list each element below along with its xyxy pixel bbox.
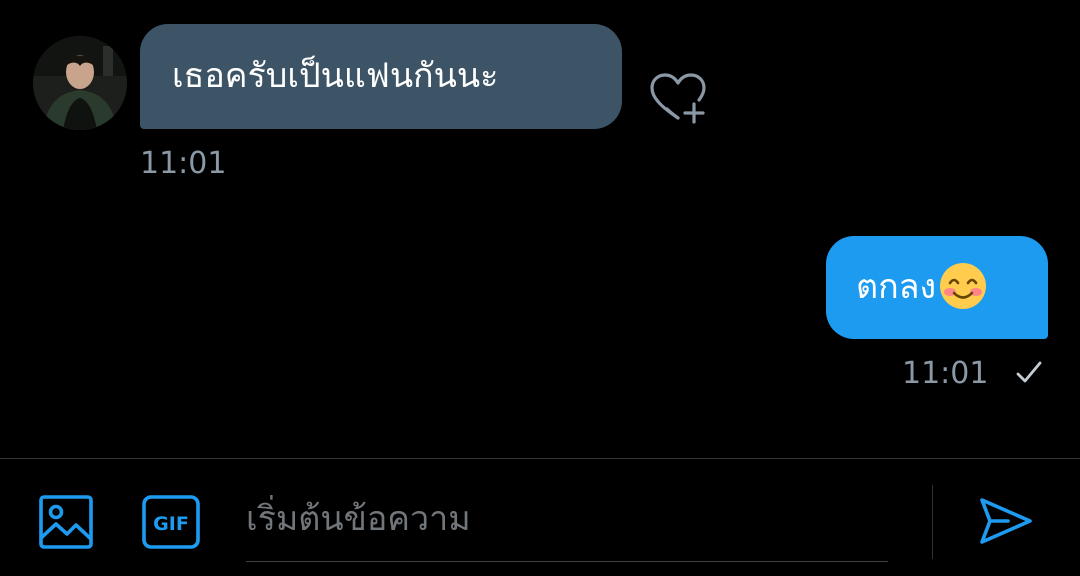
smiling-face-with-blush-icon xyxy=(940,262,987,309)
gif-label: GIF xyxy=(153,513,189,535)
message-input-wrapper xyxy=(246,481,888,562)
check-icon xyxy=(1016,361,1042,383)
send-divider xyxy=(932,485,933,559)
send-icon[interactable] xyxy=(978,495,1034,547)
message-composer: GIF xyxy=(0,459,1080,576)
incoming-message-text: เธอครับเป็นแฟนกันนะ xyxy=(172,56,499,96)
outgoing-timestamp: 11:01 xyxy=(902,356,989,391)
avatar-photo xyxy=(33,36,127,130)
message-input[interactable] xyxy=(246,481,888,557)
contact-avatar[interactable] xyxy=(33,36,127,130)
incoming-message-bubble[interactable]: เธอครับเป็นแฟนกันนะ xyxy=(140,24,622,129)
outgoing-message-bubble[interactable]: ตกลง xyxy=(826,236,1048,339)
gif-button[interactable]: GIF xyxy=(142,495,200,549)
incoming-timestamp: 11:01 xyxy=(140,146,227,181)
outgoing-message-text: ตกลง xyxy=(856,267,937,307)
gif-icon: GIF xyxy=(142,495,200,549)
heart-add-icon[interactable] xyxy=(646,70,710,126)
image-icon[interactable] xyxy=(38,494,94,550)
dm-conversation-screen: เธอครับเป็นแฟนกันนะ 11:01 ตกลง 11:01 GIF… xyxy=(0,0,1080,576)
